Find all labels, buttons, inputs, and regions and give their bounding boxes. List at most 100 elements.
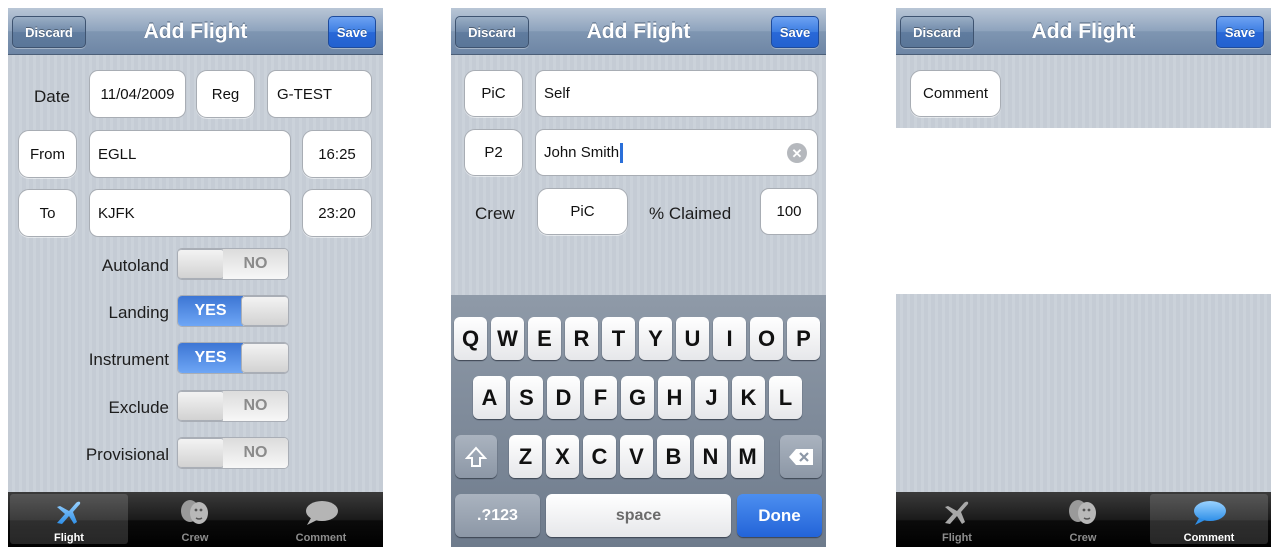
save-button[interactable]: Save [1216,16,1264,48]
toggle-state: YES [178,343,243,373]
clear-x-icon[interactable]: ✕ [787,143,807,163]
crew-label: Crew [475,204,515,223]
shift-arrow-icon [465,446,487,467]
autoland-label: Autoland [101,256,169,275]
key-u[interactable]: U [676,317,709,360]
space-key[interactable]: space [546,494,731,537]
autoland-toggle[interactable]: NO [177,248,289,280]
airplane-icon [57,501,81,524]
instrument-label: Instrument [88,350,169,369]
key-j[interactable]: J [695,376,728,419]
tab-flight[interactable]: Flight [898,494,1016,544]
instrument-toggle[interactable]: YES [177,342,289,374]
key-t[interactable]: T [602,317,635,360]
key-a[interactable]: A [473,376,506,419]
key-x[interactable]: X [546,435,579,478]
comment-screen: Discard Add Flight Save Comment Flight C… [896,8,1271,547]
key-k[interactable]: K [732,376,765,419]
navbar: Discard Add Flight Save [451,8,826,55]
landing-label: Landing [108,303,169,322]
key-n[interactable]: N [694,435,727,478]
key-d[interactable]: D [547,376,580,419]
tab-flight[interactable]: Flight [10,494,128,544]
claimed-label: % Claimed [649,204,732,223]
tab-label: Comment [1183,532,1235,544]
key-s[interactable]: S [510,376,543,419]
crew-screen: Discard Add Flight Save PiC Self P2 John… [451,8,826,547]
key-w[interactable]: W [491,317,524,360]
key-m[interactable]: M [731,435,764,478]
reg-field[interactable]: G-TEST [267,70,372,118]
key-g[interactable]: G [621,376,654,419]
tab-label: Crew [1069,532,1097,544]
backspace-icon [789,448,813,465]
key-c[interactable]: C [583,435,616,478]
tab-bar: Flight Crew Comment [896,492,1271,547]
toggle-state: NO [223,391,288,421]
discard-button[interactable]: Discard [900,16,974,48]
from-field[interactable]: EGLL [89,130,291,178]
comment-button[interactable]: Comment [910,70,1001,117]
provisional-toggle[interactable]: NO [177,437,289,469]
key-v[interactable]: V [620,435,653,478]
date-field[interactable]: 11/04/2009 [89,70,186,118]
key-y[interactable]: Y [639,317,672,360]
reg-button[interactable]: Reg [196,70,255,118]
tab-label: Flight [942,532,972,544]
tab-comment[interactable]: Comment [262,494,380,544]
pic-button[interactable]: PiC [464,70,523,117]
p2-field[interactable]: John Smith ✕ [535,129,818,176]
to-field[interactable]: KJFK [89,189,291,237]
key-b[interactable]: B [657,435,690,478]
key-r[interactable]: R [565,317,598,360]
tab-label: Crew [181,532,209,544]
text-cursor [620,142,624,163]
tab-bar: Flight Crew Comment [8,492,383,547]
navbar: Discard Add Flight Save [896,8,1271,55]
key-p[interactable]: P [787,317,820,360]
save-button[interactable]: Save [328,16,376,48]
shift-key[interactable] [455,435,497,478]
toggle-knob [178,391,225,421]
speech-bubble-icon [306,501,338,525]
from-time-button[interactable]: 16:25 [302,130,372,178]
to-time-button[interactable]: 23:20 [302,189,372,237]
tab-crew[interactable]: Crew [136,494,254,544]
tab-crew[interactable]: Crew [1024,494,1142,544]
key-f[interactable]: F [584,376,617,419]
landing-toggle[interactable]: YES [177,295,289,327]
done-key[interactable]: Done [737,494,822,537]
navbar: Discard Add Flight Save [8,8,383,55]
crew-role-button[interactable]: PiC [537,188,628,235]
backspace-key[interactable] [780,435,822,478]
p2-button[interactable]: P2 [464,129,523,176]
date-label: Date [34,87,70,106]
claimed-field[interactable]: 100 [760,188,818,235]
pic-field[interactable]: Self [535,70,818,117]
flight-screen: Discard Add Flight Save Date 11/04/2009 … [8,8,383,547]
airplane-icon [945,501,969,524]
key-o[interactable]: O [750,317,783,360]
save-button[interactable]: Save [771,16,819,48]
key-e[interactable]: E [528,317,561,360]
discard-button[interactable]: Discard [455,16,529,48]
key-i[interactable]: I [713,317,746,360]
toggle-knob [241,296,288,326]
from-button[interactable]: From [18,130,77,178]
key-z[interactable]: Z [509,435,542,478]
key-h[interactable]: H [658,376,691,419]
comment-text-area[interactable] [896,128,1271,294]
exclude-toggle[interactable]: NO [177,390,289,422]
tab-comment[interactable]: Comment [1150,494,1268,544]
toggle-knob [178,249,225,279]
numbers-key[interactable]: .?123 [455,494,540,537]
speech-bubble-icon [1194,501,1226,525]
key-q[interactable]: Q [454,317,487,360]
key-l[interactable]: L [769,376,802,419]
to-button[interactable]: To [18,189,77,237]
toggle-state: YES [178,296,243,326]
tab-label: Comment [295,532,347,544]
discard-button[interactable]: Discard [12,16,86,48]
keyboard: QWERTYUIOP ASDFGHJKL ZXCVBNM .?123 space… [451,295,826,547]
toggle-knob [178,438,225,468]
